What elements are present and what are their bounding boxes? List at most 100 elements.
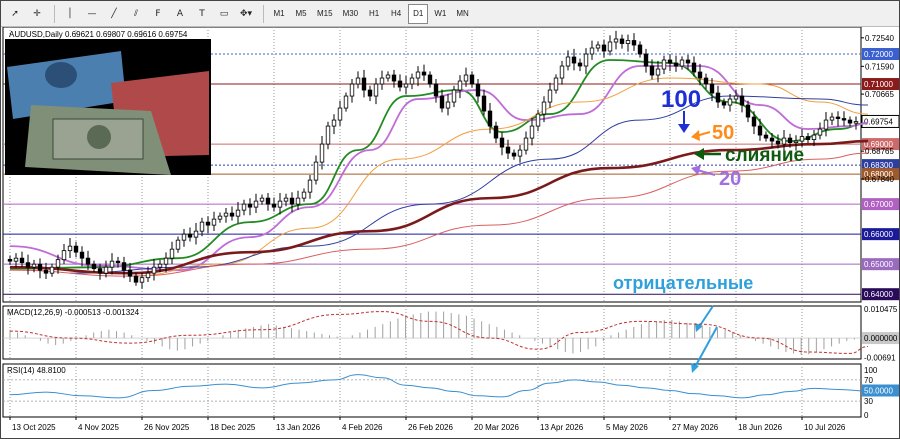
rsi-label: RSI(14) 48.8100 bbox=[7, 366, 66, 375]
candle-body bbox=[175, 239, 181, 250]
cursor-tool-icon[interactable]: ➚ bbox=[5, 4, 25, 24]
candle-body bbox=[511, 152, 517, 157]
price-tick-label: 0.68765 bbox=[865, 147, 894, 156]
candle-body bbox=[229, 212, 235, 217]
candle-body bbox=[775, 140, 781, 145]
date-label: 4 Feb 2026 bbox=[342, 423, 383, 432]
candle-body bbox=[253, 200, 259, 208]
candle-body bbox=[667, 59, 673, 64]
toolbar: ➚ ✛ │ — ╱ ⫽ F A T ▭ ✥▾ M1 M5 M15 M30 H1 H4 D1 W1 MN bbox=[1, 1, 899, 27]
candle-body bbox=[799, 136, 805, 142]
annotation-100-arrowhead bbox=[678, 124, 690, 133]
annotation-50: 50 bbox=[712, 122, 734, 144]
candle-body bbox=[565, 56, 571, 67]
annotation-50-arrowhead bbox=[691, 130, 700, 141]
candle-body bbox=[283, 197, 289, 202]
candle-body bbox=[343, 95, 349, 109]
rsi-line bbox=[9, 374, 869, 399]
candle-body bbox=[355, 77, 361, 85]
rsi-axis-label: 70 bbox=[864, 376, 873, 385]
candle-body bbox=[241, 203, 247, 211]
candle-body bbox=[421, 71, 427, 76]
timeframe-m15[interactable]: M15 bbox=[313, 4, 337, 24]
candle-body bbox=[619, 38, 625, 44]
horizontal-line-tool-icon[interactable]: — bbox=[82, 4, 102, 24]
candle-body bbox=[271, 203, 277, 208]
timeframe-h1[interactable]: H1 bbox=[364, 4, 384, 24]
timeframe-mn[interactable]: MN bbox=[452, 4, 472, 24]
candle-body bbox=[157, 263, 163, 268]
crosshair-tool-icon[interactable]: ✛ bbox=[27, 4, 47, 24]
rsi-axis-label: 100 bbox=[864, 366, 878, 375]
candle-body bbox=[121, 262, 127, 271]
date-label: 13 Jan 2026 bbox=[276, 423, 321, 432]
date-label: 13 Apr 2026 bbox=[540, 423, 584, 432]
timeframe-m1[interactable]: M1 bbox=[269, 4, 289, 24]
macd-axis-label: 0.010475 bbox=[864, 305, 898, 314]
candle-body bbox=[763, 134, 769, 139]
candle-body bbox=[43, 269, 49, 274]
channel-tool-icon[interactable]: ⫽ bbox=[126, 4, 146, 24]
date-axis: 13 Oct 2025 4 Nov 2025 26 Nov 2025 18 Dec 2… bbox=[9, 417, 846, 432]
candle-body bbox=[787, 137, 793, 143]
trendline-tool-icon[interactable]: ╱ bbox=[104, 4, 124, 24]
fibonacci-tool-icon[interactable]: F bbox=[148, 4, 168, 24]
candle-body bbox=[151, 266, 157, 274]
annotation-100: 100 bbox=[661, 86, 701, 113]
chart-area[interactable]: 0.72540 0.72000 0.71590 0.710000.70665 0.697… bbox=[1, 27, 899, 438]
candle-body bbox=[679, 59, 685, 67]
annotation-20: 20 bbox=[719, 168, 741, 190]
date-label: 26 Feb 2026 bbox=[408, 423, 453, 432]
candle-body bbox=[181, 233, 187, 241]
rectangle-tool-icon[interactable]: ▭ bbox=[214, 4, 234, 24]
macd-pane: MACD(12,26,9) -0.000513 -0.001324 0.01047… bbox=[3, 305, 899, 362]
candle-body bbox=[673, 62, 679, 67]
level-price-label: 0.67000 bbox=[864, 200, 893, 209]
timeframe-h4[interactable]: H4 bbox=[386, 4, 406, 24]
candle-body bbox=[307, 179, 313, 193]
usd-portrait bbox=[87, 125, 111, 149]
candle-body bbox=[73, 245, 79, 253]
candle-body bbox=[811, 134, 817, 140]
candle-body bbox=[295, 197, 301, 205]
candle-body bbox=[535, 113, 541, 127]
candle-body bbox=[97, 268, 103, 274]
vertical-line-tool-icon[interactable]: │ bbox=[60, 4, 80, 24]
timeframe-w1[interactable]: W1 bbox=[430, 4, 450, 24]
candle-body bbox=[583, 53, 589, 67]
price-axis: 0.72540 0.72000 0.71590 0.710000.70665 0.697… bbox=[861, 34, 899, 301]
candle-body bbox=[61, 250, 67, 261]
timeframe-m30[interactable]: M30 bbox=[339, 4, 363, 24]
candle-body bbox=[505, 146, 511, 154]
candle-body bbox=[703, 77, 709, 85]
candle-body bbox=[493, 125, 499, 139]
ma-line-ma50 bbox=[129, 77, 869, 277]
timeframe-d1[interactable]: D1 bbox=[408, 3, 429, 24]
level-price-label: 0.66000 bbox=[864, 230, 893, 239]
date-label: 26 Nov 2025 bbox=[144, 423, 190, 432]
candle-body bbox=[847, 119, 853, 124]
symbol-header: AUDUSD,Daily 0.69621 0.69807 0.69616 0.6… bbox=[9, 30, 188, 39]
candle-body bbox=[475, 83, 481, 97]
shapes-dropdown-icon[interactable]: ✥▾ bbox=[236, 4, 256, 24]
candle-body bbox=[559, 65, 565, 79]
text-label-tool-icon[interactable]: T bbox=[192, 4, 212, 24]
candle-body bbox=[223, 212, 229, 217]
macd-axis-label: 0.000000 bbox=[864, 334, 898, 343]
candle-body bbox=[265, 197, 271, 205]
candle-body bbox=[805, 136, 811, 140]
text-tool-icon[interactable]: A bbox=[170, 4, 190, 24]
candle-body bbox=[385, 74, 391, 79]
candle-body bbox=[517, 149, 523, 157]
annotation-negative-arrow-2 bbox=[694, 326, 718, 368]
candle-body bbox=[115, 260, 121, 264]
candle-body bbox=[163, 257, 169, 265]
rsi-axis-label: 0 bbox=[864, 411, 869, 420]
candle-body bbox=[481, 95, 487, 112]
timeframe-m5[interactable]: M5 bbox=[291, 4, 311, 24]
rsi-axis-label: 30 bbox=[864, 397, 873, 406]
aud-portrait bbox=[45, 62, 77, 88]
candle-body bbox=[403, 83, 409, 88]
candle-body bbox=[781, 137, 787, 145]
candle-body bbox=[199, 221, 205, 232]
